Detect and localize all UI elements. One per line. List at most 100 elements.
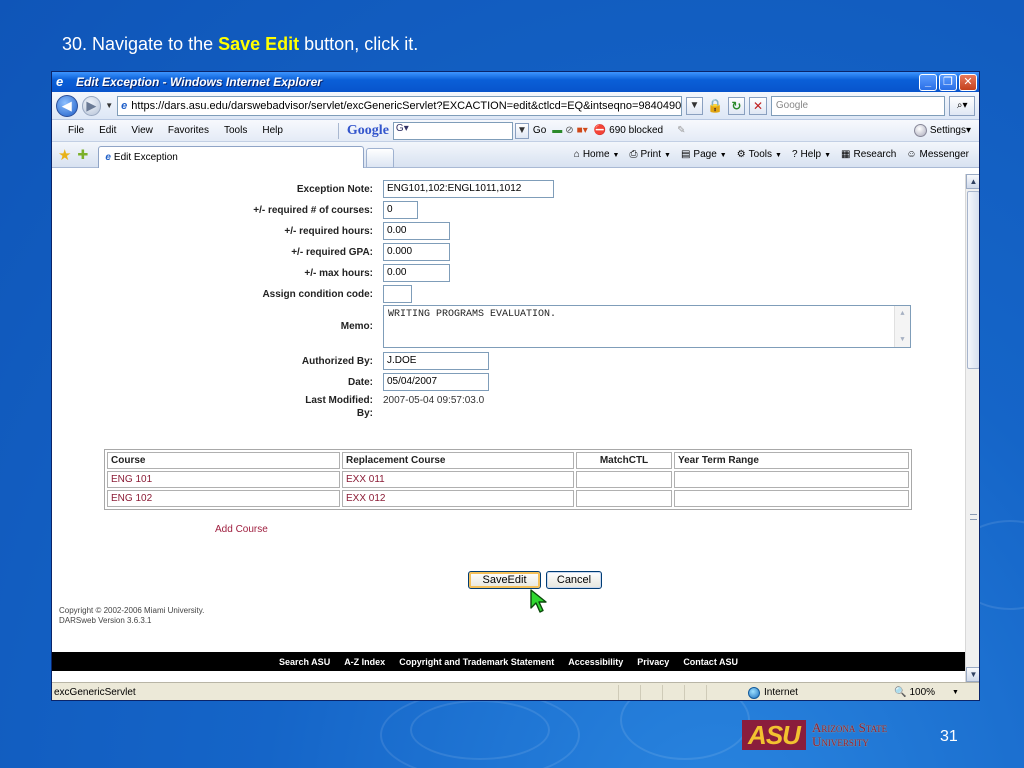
scroll-thumb[interactable] [967, 191, 979, 369]
forward-button[interactable]: ▶ [81, 95, 102, 116]
asu-logo-line2: University [812, 734, 869, 749]
bookmark-icon[interactable]: ■▾ [577, 125, 588, 136]
menu-edit[interactable]: Edit [99, 125, 116, 136]
scroll-up-icon[interactable]: ▲ [966, 174, 979, 189]
tab-edit-exception[interactable]: e Edit Exception [98, 145, 365, 168]
history-dropdown-icon[interactable]: ▼ [105, 101, 113, 110]
back-arrow-icon: ◀ [61, 97, 72, 113]
page-menu[interactable]: ▤ Page ▼ [681, 149, 727, 160]
replacement-cell[interactable]: EXX 011 [342, 471, 574, 488]
req-gpa-input[interactable]: 0.000 [383, 243, 450, 261]
help-menu[interactable]: ? Help ▼ [792, 149, 831, 160]
course-cell[interactable]: ENG 102 [107, 490, 340, 507]
zoom-control[interactable]: 🔍 100% ▼ [894, 687, 959, 698]
page-content: Exception Note: ENG101,102:ENGL1011,1012… [52, 174, 965, 682]
print-button[interactable]: ⎙ Print ▼ [629, 149, 671, 160]
messenger-icon: ☺ [906, 149, 917, 160]
folder-icon[interactable]: ▬ [552, 125, 562, 136]
new-tab-button[interactable] [366, 147, 395, 168]
lock-icon[interactable]: 🔒 [707, 98, 723, 114]
memo-scrollbar[interactable]: ▲ ▼ [894, 306, 910, 347]
command-bar: ⌂ Home ▼ ⎙ Print ▼ ▤ Page ▼ ⚙ Tools ▼ ? Help ▼ ▦ Re… [574, 149, 979, 160]
stop-button[interactable]: ✕ [749, 96, 767, 115]
block-icon[interactable]: ⊘ [565, 125, 573, 136]
col-matchctl: MatchCTL [576, 452, 672, 469]
google-go-button[interactable]: Go [533, 125, 546, 136]
url-input[interactable]: e https://dars.asu.edu/darswebadvisor/se… [117, 95, 682, 116]
back-button[interactable]: ◀ [56, 94, 78, 117]
exception-note-row: Exception Note: ENG101,102:ENGL1011,1012 [52, 180, 965, 200]
browser-window: e Edit Exception - Windows Internet Expl… [51, 71, 980, 701]
replacement-cell[interactable]: EXX 012 [342, 490, 574, 507]
google-toolbar-logo: Google [346, 122, 389, 138]
add-favorite-icon[interactable]: ✚ [77, 147, 88, 163]
max-hours-input[interactable]: 0.00 [383, 264, 450, 282]
maximize-button[interactable]: ❐ [939, 73, 957, 91]
asu-logo-text: Arizona State University [812, 721, 887, 749]
memo-scroll-down-icon[interactable]: ▼ [896, 333, 909, 346]
memo-scroll-up-icon[interactable]: ▲ [896, 307, 909, 320]
messenger-button[interactable]: ☺ Messenger [906, 149, 969, 160]
menu-favorites[interactable]: Favorites [168, 125, 209, 136]
slide-number: 31 [940, 728, 958, 745]
popup-blocker[interactable]: ⛔ 690 blocked [594, 125, 663, 136]
google-dropdown-button[interactable]: ▼ [514, 122, 529, 139]
toolbar-icons: ▬ ⊘ ■▾ [552, 125, 587, 136]
footer-link-privacy[interactable]: Privacy [637, 657, 669, 667]
status-cell [662, 684, 684, 700]
page-scrollbar[interactable]: ▲ ▼ [965, 174, 979, 682]
google-toolbar-input[interactable]: G▾ [392, 121, 513, 140]
status-text: excGenericServlet [54, 687, 136, 698]
scroll-down-icon[interactable]: ▼ [966, 667, 979, 682]
settings-button[interactable]: Settings▾ [913, 124, 971, 137]
menu-file[interactable]: File [68, 125, 84, 136]
course-table: Course Replacement Course MatchCTL Year … [104, 449, 912, 510]
footer-link-search-asu[interactable]: Search ASU [279, 657, 330, 667]
table-header-row: Course Replacement Course MatchCTL Year … [107, 452, 909, 469]
footer-link-copyright[interactable]: Copyright and Trademark Statement [399, 657, 554, 667]
save-edit-button[interactable]: SaveEdit [468, 571, 541, 589]
menu-help[interactable]: Help [262, 125, 283, 136]
exception-note-label: Exception Note: [296, 184, 373, 195]
research-button[interactable]: ▦ Research [841, 149, 896, 160]
popup-blocked-icon: ⛔ [593, 125, 607, 136]
url-dropdown-button[interactable]: ▼ [685, 96, 704, 115]
menu-view[interactable]: View [131, 125, 153, 136]
page-menu-icon: ▤ [680, 149, 691, 160]
cursor-arrow-icon [530, 589, 547, 613]
authorized-input[interactable]: J.DOE [383, 352, 489, 370]
footer-link-accessibility[interactable]: Accessibility [568, 657, 623, 667]
year-term-cell [674, 490, 909, 507]
add-course-link[interactable]: Add Course [215, 524, 268, 535]
req-hours-input[interactable]: 0.00 [383, 222, 450, 240]
menu-tools[interactable]: Tools [224, 125, 247, 136]
footer-link-az-index[interactable]: A-Z Index [344, 657, 385, 667]
search-button[interactable]: ⌕▾ [949, 95, 975, 116]
condition-code-input[interactable] [383, 285, 412, 303]
exception-note-input[interactable]: ENG101,102:ENGL1011,1012 [383, 180, 554, 198]
spell-check-icon[interactable]: ✎ [677, 125, 685, 136]
date-row: Date: 05/04/2007 [52, 373, 965, 393]
close-button[interactable]: ✕ [959, 73, 977, 91]
asu-logo-mark: ASU [742, 720, 806, 750]
memo-textarea[interactable]: WRITING PROGRAMS EVALUATION. ▲ ▼ [383, 305, 911, 348]
search-input[interactable]: Google [770, 95, 946, 116]
asu-logo: ASU Arizona State University [742, 720, 887, 750]
date-input[interactable]: 05/04/2007 [383, 373, 489, 391]
security-zone[interactable]: Internet [748, 686, 894, 699]
footer-link-contact[interactable]: Contact ASU [683, 657, 738, 667]
req-courses-label: +/- required # of courses: [253, 205, 373, 216]
copyright-line: Copyright © 2002-2006 Miami University. [59, 606, 205, 615]
col-course: Course [107, 452, 340, 469]
minimize-button[interactable]: _ [919, 73, 937, 91]
req-courses-input[interactable]: 0 [383, 201, 418, 219]
course-cell[interactable]: ENG 101 [107, 471, 340, 488]
status-cell [684, 684, 706, 700]
tools-menu[interactable]: ⚙ Tools ▼ [737, 149, 782, 160]
favorites-star-icon[interactable]: ★ [58, 146, 71, 164]
home-button[interactable]: ⌂ Home ▼ [574, 149, 620, 160]
status-cell [640, 684, 662, 700]
refresh-button[interactable]: ↻ [727, 96, 746, 115]
cancel-button[interactable]: Cancel [546, 571, 602, 589]
req-hours-row: +/- required hours: 0.00 [52, 222, 965, 242]
